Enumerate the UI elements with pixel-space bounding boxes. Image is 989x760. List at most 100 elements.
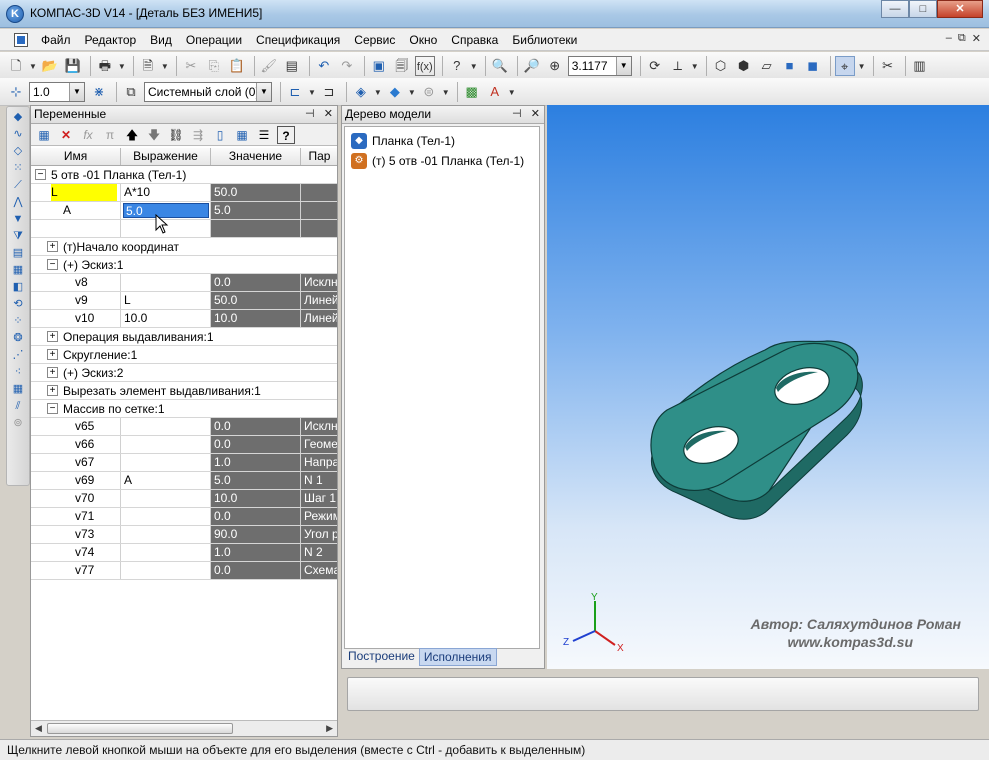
tree-item-execution[interactable]: ⚙ (т) 5 отв -01 Планка (Тел-1) <box>351 153 524 169</box>
part-edit-icon[interactable]: ◆ <box>10 110 26 124</box>
reports-icon[interactable]: ▦ <box>10 263 26 277</box>
expand-icon[interactable]: + <box>47 331 58 342</box>
help-cursor-icon[interactable]: ? <box>447 56 467 76</box>
chevron-down-icon[interactable]: ▼ <box>256 83 271 101</box>
coordinate-system-icon[interactable]: ⊏ <box>285 82 305 102</box>
snap-grid-icon[interactable]: ⊹ <box>6 82 26 102</box>
external-link-icon[interactable]: ⇶ <box>189 126 207 144</box>
part-model[interactable] <box>547 105 989 669</box>
redo-icon[interactable]: ↷ <box>337 56 357 76</box>
new-variable-icon[interactable]: ▦ <box>35 126 53 144</box>
open-folder-icon[interactable]: 📂 <box>40 56 60 76</box>
list-icon[interactable]: ☰ <box>255 126 273 144</box>
copy-icon[interactable]: ⎘ <box>204 56 224 76</box>
table-array-icon[interactable]: ▦ <box>10 382 26 396</box>
chevron-down-icon[interactable]: ▼ <box>374 88 382 97</box>
format-brush-icon[interactable]: 🖌 <box>259 56 279 76</box>
chevron-down-icon[interactable]: ▼ <box>408 88 416 97</box>
table-icon[interactable]: ▦ <box>233 126 251 144</box>
save-icon[interactable]: 💾 <box>63 56 83 76</box>
tree-group-array[interactable]: − Массив по сетке:1 <box>31 400 337 418</box>
chevron-down-icon[interactable]: ▼ <box>508 88 516 97</box>
filter-icon[interactable]: ⧩ <box>10 229 26 243</box>
move-down-icon[interactable]: 🡇 <box>145 126 163 144</box>
bend-icon[interactable]: ⟲ <box>10 297 26 311</box>
panel-close-icon[interactable]: ✕ <box>324 108 333 120</box>
table-row[interactable]: v10 10.0 10.0 Линей <box>31 310 337 328</box>
menu-help[interactable]: Справка <box>451 33 498 47</box>
table-row[interactable]: v71 0.0 Режим <box>31 508 337 526</box>
layer-combo[interactable]: Системный слой (0) ▼ <box>144 82 272 102</box>
link-icon[interactable]: ⛓ <box>167 126 185 144</box>
variable-name[interactable]: v74 <box>31 544 121 561</box>
spatial-curves-icon[interactable]: ∿ <box>10 127 26 141</box>
zoom-window-icon[interactable]: 🔍 <box>490 56 510 76</box>
maximize-button[interactable]: □ <box>909 0 937 18</box>
variable-name[interactable]: A <box>31 202 121 219</box>
arrays-icon[interactable]: ⁙ <box>10 161 26 175</box>
delete-variable-icon[interactable]: ✕ <box>57 126 75 144</box>
variable-name[interactable]: v9 <box>31 292 121 309</box>
tree-icon[interactable]: 🗐 <box>392 56 412 76</box>
scroll-left-icon[interactable]: ◀ <box>35 723 42 734</box>
table-row[interactable]: v67 1.0 Напра <box>31 454 337 472</box>
panel-icon[interactable]: ▣ <box>369 56 389 76</box>
minimize-button[interactable]: — <box>881 0 909 18</box>
chevron-down-icon[interactable]: ▼ <box>69 83 84 101</box>
column-value-header[interactable]: Значение <box>211 148 301 165</box>
expand-icon[interactable]: + <box>47 367 58 378</box>
hidden-lines-icon[interactable]: ⬢ <box>734 56 754 76</box>
document-icon[interactable] <box>14 33 28 47</box>
table-row[interactable]: v65 0.0 Исклн <box>31 418 337 436</box>
variable-expression[interactable] <box>121 454 211 471</box>
manager-icon[interactable]: ▥ <box>910 56 930 76</box>
table-row[interactable]: v70 10.0 Шаг 1 <box>31 490 337 508</box>
kompas-app-icon[interactable]: K <box>6 5 24 23</box>
undo-icon[interactable]: ↶ <box>314 56 334 76</box>
chevron-down-icon[interactable]: ▼ <box>615 57 631 75</box>
tree-group-fillet[interactable]: + Скругление:1 <box>31 346 337 364</box>
variable-expression[interactable] <box>121 490 211 507</box>
variable-name[interactable]: v77 <box>31 562 121 579</box>
variable-expression[interactable] <box>121 508 211 525</box>
snap-toggle-icon[interactable]: ⋇ <box>89 82 109 102</box>
mdi-close-button[interactable]: ✕ <box>972 32 981 45</box>
variable-name[interactable]: v8 <box>31 274 121 291</box>
expand-icon[interactable]: + <box>47 349 58 360</box>
tree-group-origin[interactable]: + (т)Начало координат <box>31 238 337 256</box>
orientation-icon[interactable]: ⟂ <box>668 56 688 76</box>
variable-expression[interactable] <box>121 562 211 579</box>
collapse-icon[interactable]: − <box>35 169 46 180</box>
chevron-down-icon[interactable]: ▼ <box>29 62 37 71</box>
pin-icon[interactable]: ⊣ <box>305 108 315 120</box>
surface-icon[interactable]: ◈ <box>351 82 371 102</box>
rotate-icon[interactable]: ⟳ <box>645 56 665 76</box>
close-button[interactable]: ✕ <box>937 0 983 18</box>
variable-name[interactable] <box>31 220 121 237</box>
variable-expression[interactable] <box>121 436 211 453</box>
menu-libraries[interactable]: Библиотеки <box>512 33 577 47</box>
table-row[interactable]: L A*10 50.0 <box>31 184 337 202</box>
table-row[interactable]: v74 1.0 N 2 <box>31 544 337 562</box>
menu-service[interactable]: Сервис <box>354 33 395 47</box>
tree-group-cut[interactable]: + Вырезать элемент выдавливания:1 <box>31 382 337 400</box>
variable-name[interactable]: v73 <box>31 526 121 543</box>
zoom-scale-combo[interactable]: 3.1177 ▼ <box>567 56 632 76</box>
tree-group-sketch1[interactable]: − (+) Эскиз:1 <box>31 256 337 274</box>
variable-name[interactable]: v10 <box>31 310 121 327</box>
grid-array-icon[interactable]: ⁘ <box>10 314 26 328</box>
menu-file[interactable]: Файл <box>41 33 71 47</box>
curve-array-icon[interactable]: ⋰ <box>10 348 26 362</box>
chevron-down-icon[interactable]: ▼ <box>118 62 126 71</box>
layers-icon[interactable]: ⧉ <box>121 82 141 102</box>
tree-group-extrude[interactable]: + Операция выдавливания:1 <box>31 328 337 346</box>
variable-expression[interactable] <box>121 274 211 291</box>
chevron-down-icon[interactable]: ▼ <box>470 62 478 71</box>
tree-group-root[interactable]: − 5 отв -01 Планка (Тел-1) <box>31 166 337 184</box>
3d-viewport[interactable]: Y Z X Автор: Саляхутдинов Роман www.komp… <box>547 105 989 669</box>
property-panel[interactable] <box>347 677 979 711</box>
help-icon[interactable]: ? <box>277 125 295 144</box>
perspective-icon[interactable]: ⌖ <box>834 56 855 76</box>
expand-icon[interactable]: + <box>47 241 58 252</box>
mdi-minimize-button[interactable]: – <box>946 32 952 45</box>
